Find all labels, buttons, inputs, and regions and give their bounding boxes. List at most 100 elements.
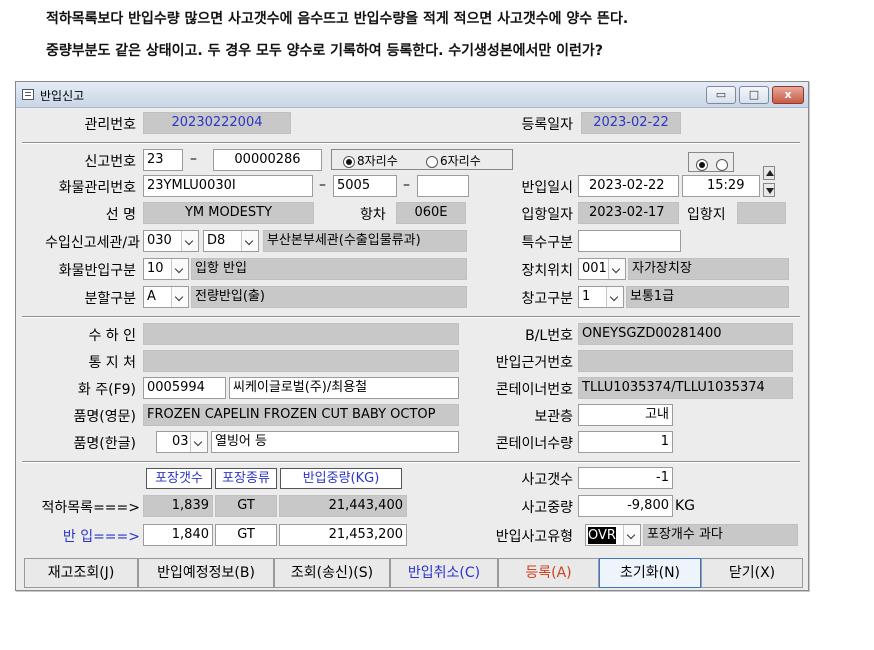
location-name-field: 자가장치장 [628, 258, 789, 280]
bl-label: B/L번호 [525, 328, 573, 344]
separator [22, 316, 800, 318]
basis-label: 반입근거번호 [495, 355, 573, 371]
radio-checked-icon [696, 158, 708, 171]
split-select[interactable]: A [143, 286, 189, 308]
owner-code-field[interactable]: 0005994 [143, 377, 226, 399]
report-no-year-field[interactable]: 23 [143, 149, 183, 171]
reg-date-field: 2023-02-22 [581, 112, 681, 134]
cargo-type-name-field: 입항 반입 [191, 258, 467, 280]
mgmt-no-field: 20230222004 [143, 112, 291, 134]
consignee-label: 수 하 인 [88, 328, 136, 344]
separator [22, 142, 800, 144]
chevron-down-icon [606, 287, 623, 307]
accident-qty-field[interactable]: -1 [578, 467, 673, 489]
window-title: 반입신고 [40, 89, 85, 103]
chevron-down-icon [623, 525, 640, 545]
location-select[interactable]: 001 [578, 258, 626, 280]
cargo-dash-2: – [403, 177, 410, 193]
basis-field [578, 350, 793, 372]
planned-arrival-info-button[interactable]: 반입예정정보(B) [138, 558, 274, 588]
item-en-field: FROZEN CAPELIN FROZEN CUT BABY OCTOP [143, 404, 459, 426]
cargo-mgmt-label: 화물관리번호 [58, 180, 136, 196]
chevron-down-icon [190, 432, 207, 452]
option-radio-1[interactable] [696, 157, 708, 172]
location-label: 장치위치 [521, 263, 573, 279]
customs-div-select[interactable]: D8 [203, 230, 259, 252]
option-radio-2[interactable] [716, 157, 728, 172]
maximize-button[interactable]: □ [739, 86, 769, 104]
port-date-label: 입항일자 [521, 207, 573, 223]
accident-type-code: OVR [588, 527, 616, 544]
report-no-label: 신고번호 [84, 154, 136, 170]
digit6-radio[interactable] [426, 154, 438, 169]
maximize-icon: □ [748, 88, 760, 101]
digit6-label: 6자리수 [440, 154, 481, 168]
warehouse-code: 1 [582, 289, 591, 304]
customs-label: 수입신고세관/과 [45, 235, 140, 251]
voyage-field: 060E [396, 202, 466, 224]
notify-label: 통 지 처 [88, 355, 136, 371]
chevron-down-icon [181, 231, 198, 251]
item-ko-name-field[interactable]: 열빙어 등 [211, 431, 459, 453]
split-code: A [147, 289, 156, 304]
option-radio-group [688, 152, 734, 172]
register-button[interactable]: 등록(A) [498, 558, 599, 588]
reg-date-label: 등록일자 [521, 117, 573, 133]
item-ko-select[interactable]: 03 [156, 431, 208, 453]
special-field[interactable] [578, 230, 681, 252]
cargo-type-select[interactable]: 10 [143, 258, 189, 280]
stock-inquiry-button[interactable]: 재고조회(J) [24, 558, 138, 588]
manifest-qty-field: 1,839 [143, 495, 213, 517]
container-qty-field[interactable]: 1 [578, 431, 673, 453]
customs-name-field: 부산본부세관(수출입물류과) [263, 230, 467, 252]
digit-radio-group: 8자리수 6자리수 [331, 149, 513, 170]
inquiry-send-button[interactable]: 조회(송신)(S) [274, 558, 390, 588]
title-bar[interactable]: 반입신고 ▭ □ x [16, 82, 808, 108]
reset-button[interactable]: 초기화(N) [599, 558, 701, 588]
close-button[interactable]: x [772, 86, 804, 104]
close-form-button[interactable]: 닫기(X) [701, 558, 803, 588]
minimize-button[interactable]: ▭ [706, 86, 736, 104]
digit8-label: 8자리수 [357, 154, 398, 168]
notify-field [143, 350, 459, 372]
special-label: 특수구분 [521, 235, 573, 251]
split-name-field: 전량반입(출) [191, 286, 467, 308]
split-label: 분할구분 [84, 291, 136, 307]
arrival-date-field[interactable]: 2023-02-22 [578, 175, 679, 197]
owner-name-field[interactable]: 씨케이글로벌(주)/최용철 [229, 377, 459, 399]
warehouse-select[interactable]: 1 [578, 286, 624, 308]
container-label: 콘테이너번호 [495, 382, 573, 398]
in-qty-field[interactable]: 1,840 [143, 524, 213, 546]
accident-type-select[interactable]: OVR [585, 524, 641, 546]
storage-field[interactable]: 고내 [578, 404, 673, 426]
cargo-mgmt-hsn-field[interactable] [417, 175, 469, 197]
note-line-2: 중량부분도 같은 상태이고. 두 경우 모두 양수로 기록하여 등록한다. 수기… [46, 43, 603, 59]
chevron-down-icon [241, 231, 258, 251]
container-field: TLLU1035374/TLLU1035374 [578, 377, 793, 399]
in-weight-field[interactable]: 21,453,200 [279, 524, 407, 546]
minimize-icon: ▭ [715, 88, 727, 101]
chevron-down-icon [171, 287, 188, 307]
cancel-arrival-button[interactable]: 반입취소(C) [390, 558, 498, 588]
pkg-qty-header: 포장갯수 [146, 468, 212, 489]
arrival-time-field[interactable]: 15:29 [682, 175, 760, 197]
note-line-1: 적하목록보다 반입수량 많으면 사고갯수에 음수뜨고 반입수량을 적게 적으면 … [46, 11, 629, 27]
accident-weight-label: 사고중량 [521, 500, 573, 516]
radio-checked-icon [343, 155, 355, 168]
item-ko-code: 03 [172, 434, 189, 449]
digit8-radio[interactable] [343, 154, 355, 169]
time-up-icon[interactable] [763, 166, 775, 180]
accident-weight-field[interactable]: -9,800 [578, 495, 673, 517]
report-no-serial-field[interactable]: 00000286 [213, 149, 322, 171]
in-label: 반 입===> [62, 529, 140, 545]
chevron-down-icon [171, 259, 188, 279]
weight-header: 반입중량(KG) [280, 468, 402, 489]
customs-code-select[interactable]: 030 [143, 230, 199, 252]
cargo-mgmt-mrn-field[interactable]: 5005 [333, 175, 397, 197]
in-type-field[interactable]: GT [215, 524, 277, 546]
time-down-icon[interactable] [763, 183, 775, 197]
accident-type-label: 반입사고유형 [495, 529, 573, 545]
container-qty-label: 콘테이너수량 [495, 436, 573, 452]
manifest-weight-field: 21,443,400 [279, 495, 407, 517]
cargo-mgmt-field[interactable]: 23YMLU0030I [143, 175, 313, 197]
